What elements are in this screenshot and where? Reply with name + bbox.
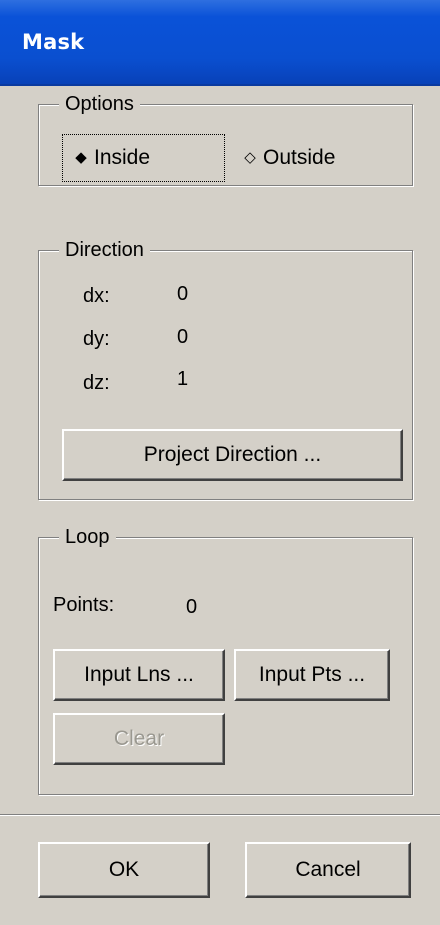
dx-value: 0 (177, 283, 189, 305)
dz-value: 1 (177, 368, 189, 390)
dy-label: dy: (83, 328, 110, 350)
hollow-diamond-icon: ◇ (244, 149, 256, 166)
options-group: Options ◆ Inside ◇ Outside (38, 91, 413, 186)
direction-group: Direction dx: 0 dy: 0 dz: 1 Project Dire… (38, 237, 413, 500)
window-title: Mask (22, 30, 85, 54)
loop-group: Loop Points: 0 Input Lns ... Input Pts .… (38, 524, 413, 795)
points-value: 0 (186, 596, 198, 618)
options-group-label: Options (59, 91, 140, 117)
loop-group-label: Loop (59, 524, 116, 550)
title-bar[interactable]: Mask (0, 0, 440, 86)
points-label: Points: (53, 594, 115, 616)
filled-diamond-icon: ◆ (75, 149, 87, 166)
dy-value: 0 (177, 326, 189, 348)
mask-dialog: Mask Options ◆ Inside ◇ Outside Directio… (0, 0, 440, 925)
radio-outside[interactable]: ◇ Outside (242, 135, 335, 181)
radio-inside-label: Inside (94, 146, 151, 169)
ok-button[interactable]: OK (38, 842, 210, 898)
footer-separator (0, 814, 440, 816)
input-lns-button[interactable]: Input Lns ... (53, 649, 225, 701)
project-direction-button[interactable]: Project Direction ... (62, 429, 403, 481)
dx-label: dx: (83, 285, 110, 307)
cancel-button[interactable]: Cancel (245, 842, 411, 898)
radio-outside-label: Outside (263, 146, 336, 169)
radio-inside[interactable]: ◆ Inside (62, 134, 225, 182)
clear-button[interactable]: Clear (53, 713, 225, 765)
input-pts-button[interactable]: Input Pts ... (234, 649, 390, 701)
direction-group-label: Direction (59, 237, 150, 263)
dz-label: dz: (83, 372, 110, 394)
